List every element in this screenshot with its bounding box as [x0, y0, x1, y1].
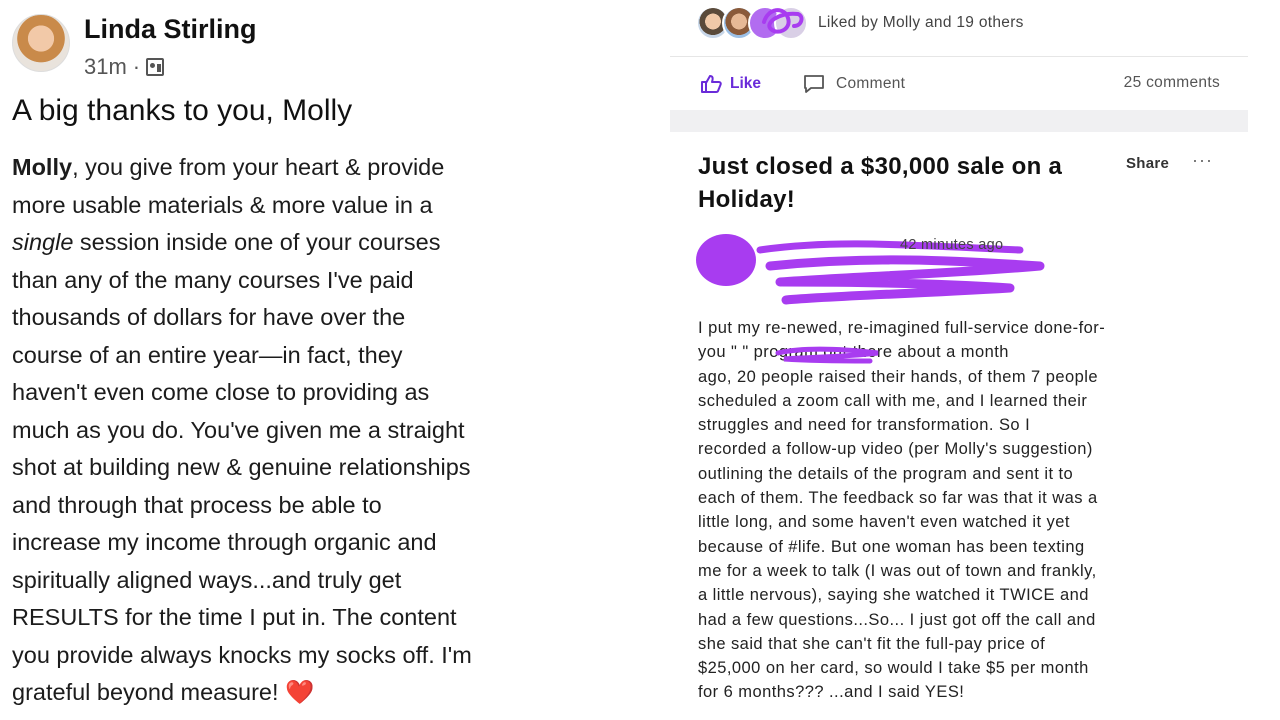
- left-post: Linda Stirling 31m · A big thanks to you…: [0, 0, 520, 720]
- body-line: than any of the many courses I've paid: [12, 266, 414, 293]
- liked-by-text[interactable]: Liked by Molly and 19 others: [818, 14, 1024, 32]
- body-line: $25,000 on her card, so would I take $5 …: [698, 659, 1089, 678]
- body-line: thousands of dollars for have over the: [12, 304, 406, 330]
- more-options-icon[interactable]: ···: [1192, 150, 1213, 171]
- body-line: struggles and need for transformation. S…: [698, 416, 1031, 435]
- thumbs-up-icon: [701, 75, 722, 93]
- body-line: and through that process be able to: [12, 491, 382, 518]
- post-title: Just closed a $30,000 sale on a Holiday!: [698, 153, 1063, 213]
- body-line: scheduled a zoom call with me, and I lea…: [698, 391, 1088, 410]
- action-bar: Like Comment 25 comments: [700, 74, 1220, 96]
- body-line: single session inside one of your course…: [12, 229, 441, 255]
- body-line: outlining the details of the program and…: [698, 464, 1074, 483]
- comments-count[interactable]: 25 comments: [1124, 74, 1220, 92]
- like-button[interactable]: Like: [700, 74, 761, 94]
- like-label: Like: [730, 75, 762, 92]
- body-line: for 6 months??? ...and I said YES!: [698, 683, 965, 702]
- comment-label: Comment: [836, 75, 906, 92]
- body-line: increase my income through organic and: [12, 529, 437, 555]
- section-separator: [670, 110, 1248, 132]
- comment-body: I put my re-newed, re-imagined full-serv…: [698, 316, 1238, 705]
- body-line: much as you do. You've given me a straig…: [12, 416, 465, 443]
- body-line: course of an entire year—in fact, they: [12, 341, 403, 368]
- redaction-scribble: [762, 8, 804, 34]
- body-line: ago, 20 people raised their hands, of th…: [698, 367, 1098, 386]
- body-line: RESULTS for the time I put in. The conte…: [12, 604, 457, 630]
- body-line: you provide always knocks my socks off. …: [12, 641, 472, 668]
- body-line: because of #life. But one woman has been…: [698, 537, 1085, 556]
- body-line: I put my re-newed, re-imagined full-serv…: [698, 319, 1106, 337]
- body-line: recorded a follow-up video (per Molly's …: [698, 440, 1093, 459]
- body-line: little long, and some haven't even watch…: [698, 513, 1070, 532]
- post-meta: 31m ·: [84, 54, 165, 80]
- comment-bubble-icon: [804, 75, 824, 93]
- page-icon: [146, 58, 165, 76]
- comment-button[interactable]: Comment: [802, 74, 905, 94]
- mention-molly[interactable]: Molly: [12, 154, 72, 180]
- body-line: had a few questions...So... I just got o…: [698, 610, 1096, 629]
- right-post: Liked by Molly and 19 others Like Commen…: [670, 0, 1248, 720]
- body-line: shot at building new & genuine relations…: [12, 454, 471, 480]
- body-line: a little nervous), saying she watched it…: [698, 586, 1089, 605]
- heart-emoji-icon: ❤️: [285, 679, 315, 705]
- body-line: grateful beyond measure! ❤️: [12, 679, 315, 705]
- body-line: each of them. The feedback so far was th…: [698, 489, 1098, 508]
- body-line: more usable materials & more value in a: [12, 191, 433, 218]
- comment-timestamp: 42 minutes ago: [900, 237, 1004, 253]
- body-line: she said that she can't fit the full-pay…: [698, 634, 1046, 653]
- redaction-scribble: [775, 346, 879, 364]
- body-line: Molly, you give from your heart & provid…: [12, 154, 445, 180]
- body-line: spiritually aligned ways...and truly get: [12, 566, 402, 593]
- meta-separator: ·: [132, 54, 141, 79]
- post-body: Molly, you give from your heart & provid…: [12, 149, 522, 712]
- post-time[interactable]: 31m: [84, 54, 127, 80]
- author-avatar[interactable]: [12, 14, 70, 72]
- author-name[interactable]: Linda Stirling: [84, 14, 257, 45]
- share-button[interactable]: Share: [1126, 155, 1169, 172]
- divider: [670, 56, 1248, 57]
- post-title: A big thanks to you, Molly: [12, 94, 353, 127]
- reactions-row[interactable]: Liked by Molly and 19 others: [696, 6, 1024, 40]
- body-line: haven't even come close to providing as: [12, 379, 430, 405]
- body-line: me for a week to talk (I was out of town…: [698, 561, 1097, 580]
